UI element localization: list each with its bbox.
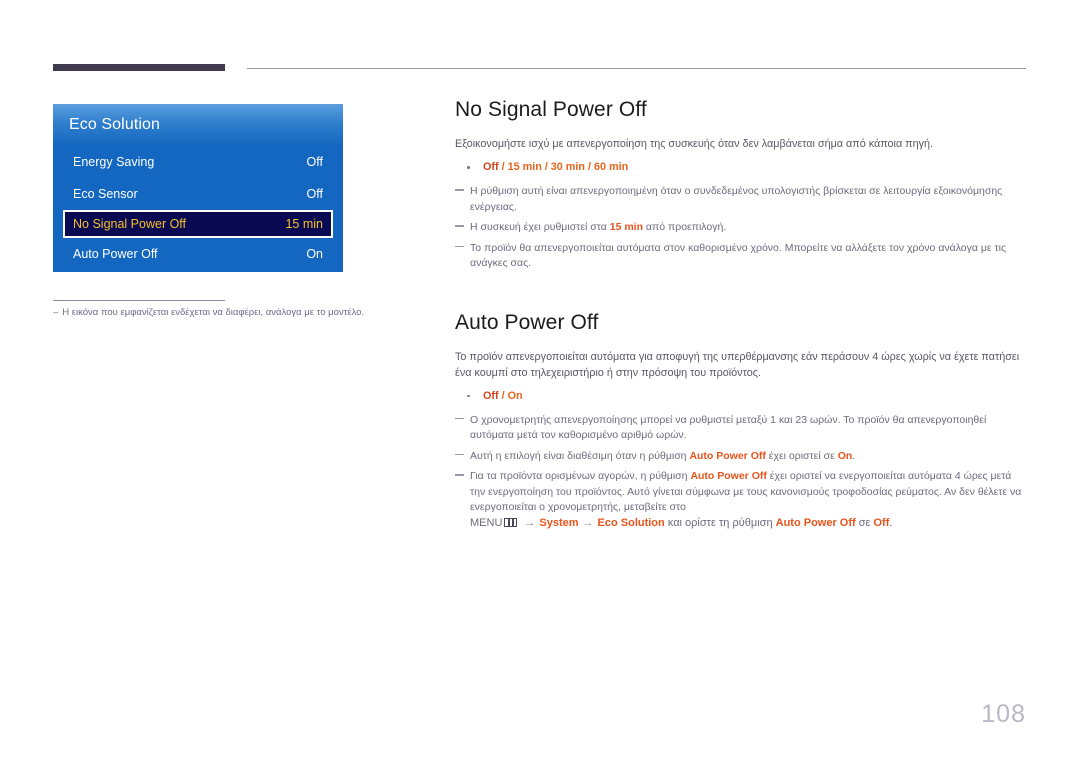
note-text-part: έχει οριστεί σε — [765, 449, 838, 462]
menu-path-highlight: Auto Power Off — [775, 516, 856, 529]
note-text: Η ρύθμιση αυτή είναι απενεργοποιημένη ότ… — [470, 185, 1003, 213]
menu-path-item-system: System — [539, 516, 579, 529]
note-text: Το προϊόν θα απενεργοποιείται αυτόματα σ… — [470, 241, 1007, 270]
osd-title: Eco Solution — [69, 116, 161, 133]
option-list-item: Off / 15 min / 30 min / 60 min — [465, 159, 1027, 176]
section-intro: Το προϊόν απενεργοποιείται αυτόματα για … — [455, 350, 1020, 379]
main-content: No Signal Power Off Εξοικονομήστε ισχύ μ… — [455, 98, 1027, 536]
osd-row-value: 15 min — [285, 217, 323, 231]
osd-menu-panel: Eco Solution Energy Saving Off Eco Senso… — [53, 104, 343, 272]
note-text-part: Η συσκευή έχει ρυθμιστεί στα — [470, 221, 610, 233]
menu-label: MENU — [470, 516, 503, 529]
osd-row-list: Energy Saving Off Eco Sensor Off No Sign… — [53, 146, 343, 270]
footnote-rule — [53, 300, 225, 301]
header-accent-bar — [53, 64, 225, 71]
note-item: Η ρύθμιση αυτή είναι απενεργοποιημένη ότ… — [455, 184, 1027, 215]
menu-grid-icon — [504, 517, 518, 527]
osd-row-label: Energy Saving — [73, 155, 155, 169]
osd-row-label: Auto Power Off — [73, 247, 158, 261]
menu-navigation-path: MENU → System → Eco Solution και ορίστε τη ρ… — [470, 516, 1027, 532]
bullet-dot-icon — [467, 394, 470, 397]
note-item: Η συσκευή έχει ρυθμιστεί στα 15 min από … — [455, 220, 1027, 236]
footnote-text: Η εικόνα που εμφανίζεται ενδέχεται να δι… — [62, 307, 365, 318]
note-text-part: . — [852, 449, 856, 462]
note-text-part: Για τα προϊόντα ορισμένων αγορών, η ρύθμ… — [470, 470, 691, 482]
option-rest: / On — [498, 389, 523, 402]
note-item: Το προϊόν θα απενεργοποιείται αυτόματα σ… — [455, 241, 1027, 272]
note-text-part: Αυτή η επιλογή είναι διαθέσιμη όταν η ρύ… — [470, 449, 690, 462]
arrow-icon: → — [524, 516, 536, 529]
osd-row-eco-sensor[interactable]: Eco Sensor Off — [63, 178, 333, 210]
option-primary: Off — [483, 161, 499, 173]
note-highlight: Auto Power Off — [690, 470, 767, 482]
osd-row-value: On — [306, 247, 323, 261]
osd-row-energy-saving[interactable]: Energy Saving Off — [63, 146, 333, 178]
option-rest: / 15 min / 30 min / 60 min — [498, 161, 629, 173]
footnote-dash: – — [53, 307, 59, 318]
menu-path-highlight: Off — [873, 516, 890, 529]
note-highlight: Auto Power Off — [689, 449, 766, 462]
arrow-icon: → — [582, 516, 594, 529]
header-rule — [247, 68, 1026, 69]
section-title-no-signal-power-off: No Signal Power Off — [455, 98, 647, 121]
section-title-auto-power-off: Auto Power Off — [455, 310, 599, 334]
osd-row-auto-power-off[interactable]: Auto Power Off On — [63, 238, 333, 270]
osd-row-value: Off — [306, 155, 323, 169]
option-list-item: Off / On — [465, 388, 1027, 405]
option-primary: Off — [483, 389, 499, 402]
page-number: 108 — [981, 700, 1026, 728]
note-text-part: από προεπιλογή. — [643, 221, 727, 233]
menu-path-tail: . — [889, 516, 893, 529]
note-item: Αυτή η επιλογή είναι διαθέσιμη όταν η ρύ… — [455, 449, 1027, 465]
osd-footnote: – Η εικόνα που εμφανίζεται ενδέχεται να δ… — [53, 306, 413, 320]
osd-row-label: No Signal Power Off — [73, 217, 187, 231]
note-highlight: On — [837, 449, 853, 462]
menu-path-item-eco-solution: Eco Solution — [597, 516, 665, 529]
osd-row-label: Eco Sensor — [73, 187, 138, 201]
option-list-no-signal: Off / 15 min / 30 min / 60 min — [455, 159, 1027, 176]
menu-path-tail: και ορίστε τη ρύθμιση — [667, 516, 776, 529]
osd-row-value: Off — [306, 187, 323, 201]
note-text: Ο χρονομετρητής απενεργοποίησης μπορεί ν… — [470, 413, 987, 442]
bullet-dot-icon — [467, 166, 470, 169]
note-highlight: 15 min — [609, 221, 643, 233]
note-item: Για τα προϊόντα ορισμένων αγορών, η ρύθμ… — [455, 469, 1027, 531]
osd-row-no-signal-power-off[interactable]: No Signal Power Off 15 min — [63, 210, 333, 238]
osd-title-bar: Eco Solution — [53, 104, 343, 146]
option-list-auto-power-off: Off / On — [455, 388, 1027, 405]
section-intro: Εξοικονομήστε ισχύ με απενεργοποίηση της… — [455, 138, 934, 150]
note-item: Ο χρονομετρητής απενεργοποίησης μπορεί ν… — [455, 413, 1027, 444]
menu-path-tail: σε — [855, 516, 874, 529]
